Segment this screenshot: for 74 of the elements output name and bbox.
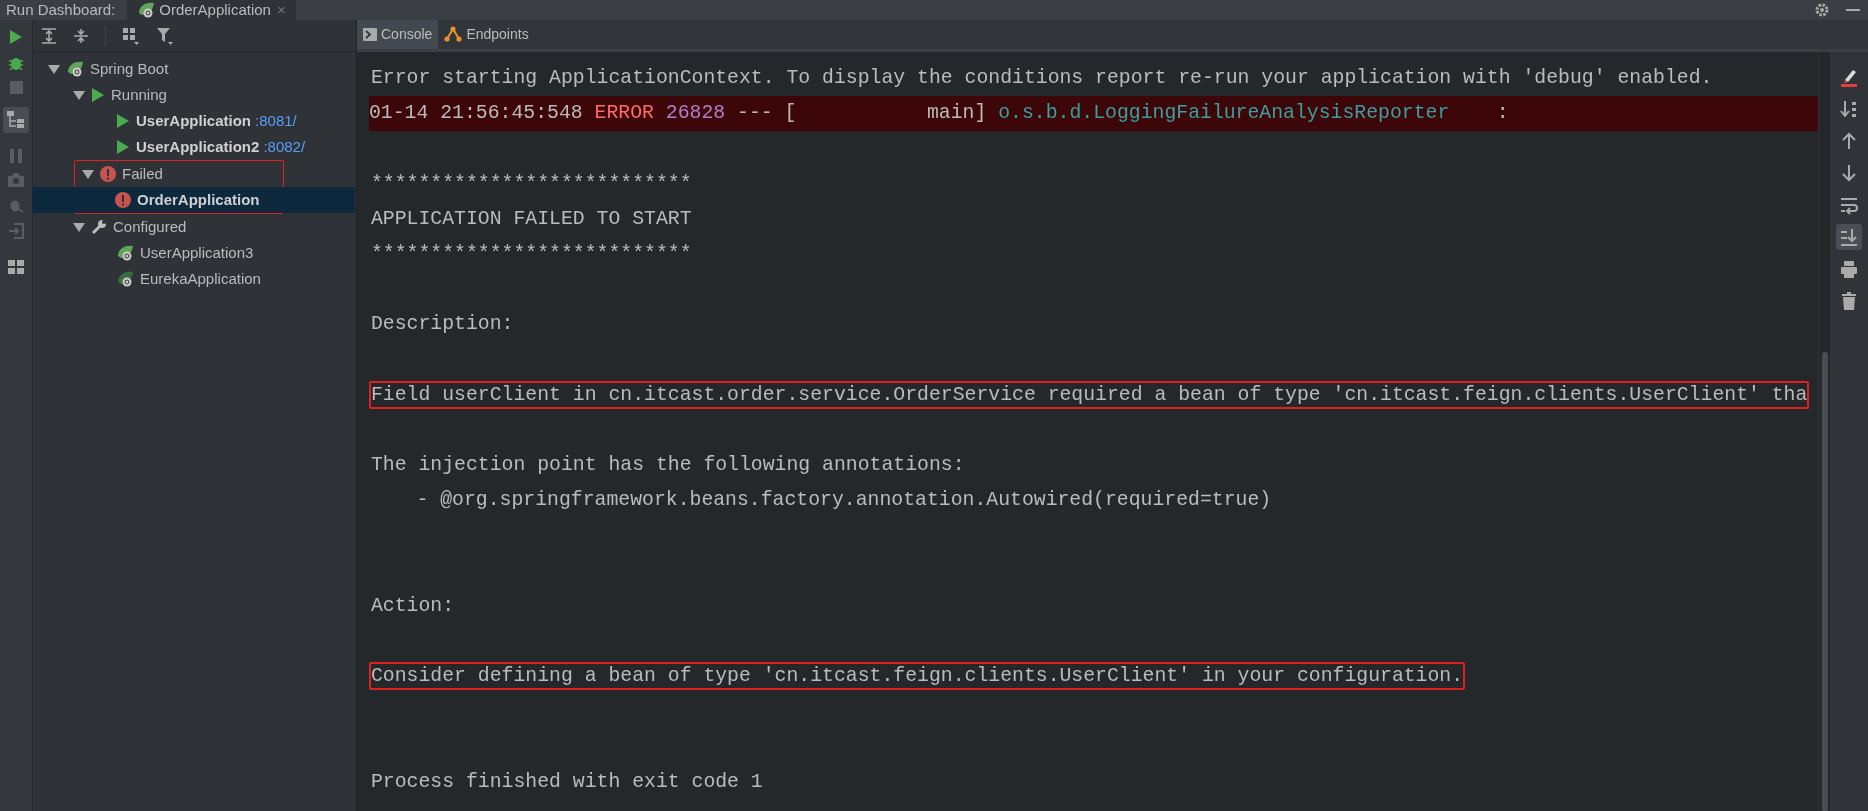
console-line: The injection point has the following annotations: (370, 453, 966, 479)
sort-icon (1839, 98, 1859, 119)
scroll-to-end-icon (1839, 226, 1859, 247)
scroll-to-end-button[interactable] (1836, 223, 1862, 250)
logger-name: o.s.b.d.LoggingFailureAnalysisReporter (998, 102, 1450, 125)
scrollbar-thumb[interactable] (1821, 351, 1828, 811)
layout-icon[interactable] (8, 260, 24, 274)
tree-label: EurekaApplication (140, 268, 261, 289)
tree-item[interactable]: UserApplication :8081/ (33, 108, 356, 134)
log-colon: : (1496, 102, 1509, 125)
port-link[interactable]: :8081/ (255, 109, 297, 133)
tree-label: Running (111, 84, 167, 105)
console-icon (363, 28, 377, 41)
process-id: 26828 (665, 102, 726, 125)
console-line: Description: (370, 312, 515, 338)
run-tab[interactable]: OrderApplication × (127, 0, 296, 20)
minimize-icon[interactable] (1846, 8, 1860, 12)
error-icon (115, 192, 131, 208)
log-separator: --- [ (737, 102, 797, 125)
console-line: Action: (370, 593, 456, 619)
tree-view-icon[interactable] (3, 107, 29, 133)
run-icon (116, 113, 130, 129)
collapse-all-icon[interactable] (73, 27, 89, 44)
filter-icon[interactable] (156, 26, 174, 45)
tree-item[interactable]: Failed (75, 161, 355, 187)
wrench-icon (91, 219, 107, 235)
thread-name: main] (926, 102, 987, 125)
tree-item[interactable]: UserApplication2 :8082/ (33, 134, 356, 160)
endpoints-icon (444, 26, 463, 43)
console-line: APPLICATION FAILED TO START (370, 206, 693, 232)
tree-label: Spring Boot (90, 58, 169, 79)
console-line: Error starting ApplicationContext. To display the conditions report re-run your application with 'debug' enabled. (370, 65, 1714, 91)
console-line: *************************** (370, 171, 693, 197)
tree-label: Configured (113, 216, 187, 237)
expanded-arrow-icon[interactable] (81, 168, 94, 180)
tree-item[interactable]: UserApplication3 (33, 240, 356, 266)
console-line: - @org.springframework.beans.factory.annotation.Autowired(required=true) (415, 488, 1273, 514)
run-icon (91, 87, 105, 103)
port-link[interactable]: :8082/ (263, 135, 306, 159)
tree-item[interactable]: Running (33, 82, 356, 108)
down-arrow-icon (1839, 162, 1859, 183)
tab-title: OrderApplication (159, 0, 271, 20)
expanded-arrow-icon[interactable] (47, 63, 60, 75)
debug-icon[interactable] (8, 55, 24, 71)
tree-item[interactable]: OrderApplication (32, 187, 355, 213)
run-icon (116, 139, 130, 155)
console-line: *************************** (370, 241, 693, 267)
tree-item[interactable]: Spring Boot (33, 56, 356, 82)
error-icon (100, 166, 116, 182)
spring-boot-icon (116, 244, 134, 262)
console-tab[interactable]: Console (357, 20, 439, 49)
trash-icon (1839, 290, 1859, 311)
tree-label: UserApplication3 (140, 242, 254, 263)
expanded-arrow-icon[interactable] (72, 89, 85, 101)
tree-item[interactable]: Configured (33, 214, 356, 240)
expand-all-icon[interactable] (41, 27, 57, 44)
print-icon (1839, 258, 1859, 279)
spring-boot-icon (137, 1, 156, 19)
log-level: ERROR (594, 102, 654, 125)
tree-label: UserApplication (136, 110, 252, 131)
spring-boot-icon (116, 270, 134, 288)
expanded-arrow-icon[interactable] (72, 221, 85, 233)
tree-label: OrderApplication (137, 189, 260, 210)
console-tab[interactable]: Endpoints (438, 20, 535, 49)
spring-boot-icon (66, 60, 84, 78)
tree-label: Failed (122, 163, 163, 184)
log-timestamp: 01-14 21:56:45:548 (369, 102, 583, 125)
settings-icon[interactable] (1814, 2, 1830, 18)
console-line: Process finished with exit code 1 (370, 769, 764, 795)
run-icon[interactable] (9, 29, 23, 45)
group-by-icon[interactable] (122, 26, 140, 45)
tree-item[interactable]: EurekaApplication (33, 266, 356, 292)
panel-title: Run Dashboard: (5, 0, 117, 20)
tree-label: UserApplication2 (136, 136, 260, 157)
